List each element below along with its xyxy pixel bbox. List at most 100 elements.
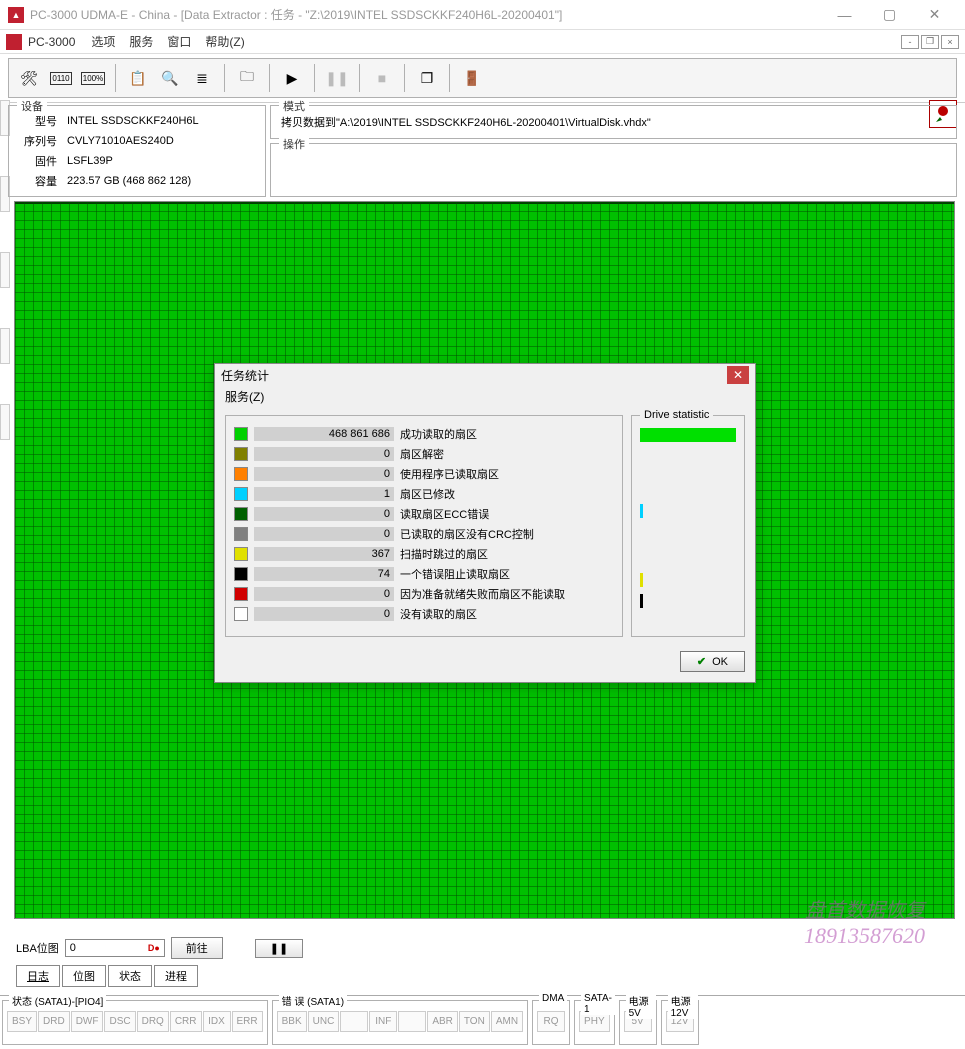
status-group: 错 误 (SATA1)BBKUNC INF ABRTONAMN <box>272 1000 528 1045</box>
stat-value: 0 <box>254 467 394 481</box>
copy-icon[interactable]: ❐ <box>413 64 441 92</box>
status-group-title: DMA <box>539 993 567 1004</box>
percent-icon[interactable]: 100% <box>79 64 107 92</box>
tab-状态[interactable]: 状态 <box>108 965 152 987</box>
tab-位图[interactable]: 位图 <box>62 965 106 987</box>
drive-tick-black <box>640 594 643 608</box>
device-value: 223.57 GB (468 862 128) <box>63 172 203 190</box>
status-cell: CRR <box>170 1011 202 1032</box>
menu-options[interactable]: 选项 <box>91 33 115 50</box>
drive-bar-green <box>640 428 736 442</box>
goto-button[interactable]: 前往 <box>171 937 223 959</box>
device-key: 固件 <box>19 152 61 170</box>
toolbar: 🛠 0110 100% 📋 🔍 ≣ 🗀 ▶ ❚❚ ■ ❐ 🚪 <box>8 58 957 98</box>
device-key: 容量 <box>19 172 61 190</box>
stat-value: 0 <box>254 587 394 601</box>
status-group-title: 错 误 (SATA1) <box>279 993 347 1008</box>
stat-value: 74 <box>254 567 394 581</box>
ok-label: OK <box>712 656 728 668</box>
stat-color-swatch <box>234 427 248 441</box>
menubar: PC-3000 选项 服务 窗口 帮助(Z) - ❐ × <box>0 30 965 54</box>
stat-label: 没有读取的扇区 <box>400 606 477 622</box>
app-name: PC-3000 <box>28 35 75 49</box>
stat-row: 0 扇区解密 <box>234 446 614 462</box>
hex-icon[interactable]: 0110 <box>47 64 75 92</box>
stat-label: 扇区已修改 <box>400 486 455 502</box>
stat-label: 读取扇区ECC错误 <box>400 506 489 522</box>
stat-row: 0 已读取的扇区没有CRC控制 <box>234 526 614 542</box>
menu-window[interactable]: 窗口 <box>167 33 191 50</box>
exit-icon[interactable]: 🚪 <box>458 64 486 92</box>
status-cell: BSY <box>7 1011 37 1032</box>
status-group: 电源 5V5V <box>619 1000 657 1045</box>
menu-help[interactable]: 帮助(Z) <box>205 33 244 50</box>
stat-label: 一个错误阻止读取扇区 <box>400 566 510 582</box>
status-cell <box>340 1011 368 1032</box>
binoculars-icon[interactable]: 🔍 <box>156 64 184 92</box>
stat-row: 0 使用程序已读取扇区 <box>234 466 614 482</box>
status-cell: BBK <box>277 1011 307 1032</box>
status-cell: RQ <box>537 1011 565 1032</box>
mdi-close-button[interactable]: × <box>941 35 959 49</box>
tab-日志[interactable]: 日志 <box>16 965 60 987</box>
stat-color-swatch <box>234 587 248 601</box>
status-cell: DSC <box>104 1011 135 1032</box>
stat-label: 已读取的扇区没有CRC控制 <box>400 526 534 542</box>
status-cell: DWF <box>71 1011 104 1032</box>
stop-button[interactable]: ■ <box>368 64 396 92</box>
stat-value: 367 <box>254 547 394 561</box>
list-icon[interactable]: ≣ <box>188 64 216 92</box>
tools-icon[interactable]: 🛠 <box>15 64 43 92</box>
stat-color-swatch <box>234 487 248 501</box>
status-cell: ABR <box>427 1011 458 1032</box>
stat-color-swatch <box>234 447 248 461</box>
stat-color-swatch <box>234 607 248 621</box>
maximize-button[interactable]: ▢ <box>867 1 912 29</box>
dialog-close-button[interactable]: ✕ <box>727 366 749 384</box>
menu-services[interactable]: 服务 <box>129 33 153 50</box>
stat-label: 扇区解密 <box>400 446 444 462</box>
app-icon: ▲ <box>8 7 24 23</box>
status-group-title: 状态 (SATA1)-[PIO4] <box>9 993 106 1008</box>
stat-row: 0 读取扇区ECC错误 <box>234 506 614 522</box>
status-group: DMARQ <box>532 1000 570 1045</box>
window-titlebar: ▲ PC-3000 UDMA-E - China - [Data Extract… <box>0 0 965 30</box>
stat-row: 367 扫描时跳过的扇区 <box>234 546 614 562</box>
close-button[interactable]: ✕ <box>912 1 957 29</box>
mode-text: 拷贝数据到"A:\2019\INTEL SSDSCKKF240H6L-20200… <box>279 110 948 134</box>
play-button[interactable]: ▶ <box>278 64 306 92</box>
drive-panel-title: Drive statistic <box>640 409 713 421</box>
device-key: 型号 <box>19 112 61 130</box>
device-panel: 设备 型号INTEL SSDSCKKF240H6L序列号CVLY71010AES… <box>8 105 266 197</box>
pause-small-button[interactable]: ❚❚ <box>255 939 303 958</box>
stats-panel: 468 861 686 成功读取的扇区 0 扇区解密 0 使用程序已读取扇区 1… <box>225 415 623 637</box>
operation-panel-title: 操作 <box>279 136 309 152</box>
status-group-title: 电源 5V <box>626 993 656 1019</box>
minimize-button[interactable]: — <box>822 1 867 29</box>
status-cell <box>398 1011 426 1032</box>
stat-label: 因为准备就绪失败而扇区不能读取 <box>400 586 565 602</box>
lba-input[interactable]: 0 D● <box>65 939 165 957</box>
statusbar: 状态 (SATA1)-[PIO4]BSYDRDDWFDSCDRQCRRIDXER… <box>0 995 965 1049</box>
check-icon: ✔ <box>697 655 706 668</box>
stat-color-swatch <box>234 507 248 521</box>
mdi-minimize-button[interactable]: - <box>901 35 919 49</box>
status-cell: IDX <box>203 1011 231 1032</box>
pause-button[interactable]: ❚❚ <box>323 64 351 92</box>
tab-进程[interactable]: 进程 <box>154 965 198 987</box>
window-title: PC-3000 UDMA-E - China - [Data Extractor… <box>30 6 822 23</box>
stat-color-swatch <box>234 467 248 481</box>
ok-button[interactable]: ✔ OK <box>680 651 745 672</box>
device-panel-title: 设备 <box>17 98 47 114</box>
stat-value: 0 <box>254 527 394 541</box>
dialog-menu-services[interactable]: 服务(Z) <box>215 386 755 411</box>
device-value: LSFL39P <box>63 152 203 170</box>
mode-panel-title: 模式 <box>279 98 309 114</box>
folder-icon[interactable]: 🗀 <box>233 64 261 92</box>
device-key: 序列号 <box>19 132 61 150</box>
stat-label: 成功读取的扇区 <box>400 426 477 442</box>
stat-label: 使用程序已读取扇区 <box>400 466 499 482</box>
gear-icon[interactable]: 📋 <box>124 64 152 92</box>
mdi-restore-button[interactable]: ❐ <box>921 35 939 49</box>
device-value: CVLY71010AES240D <box>63 132 203 150</box>
